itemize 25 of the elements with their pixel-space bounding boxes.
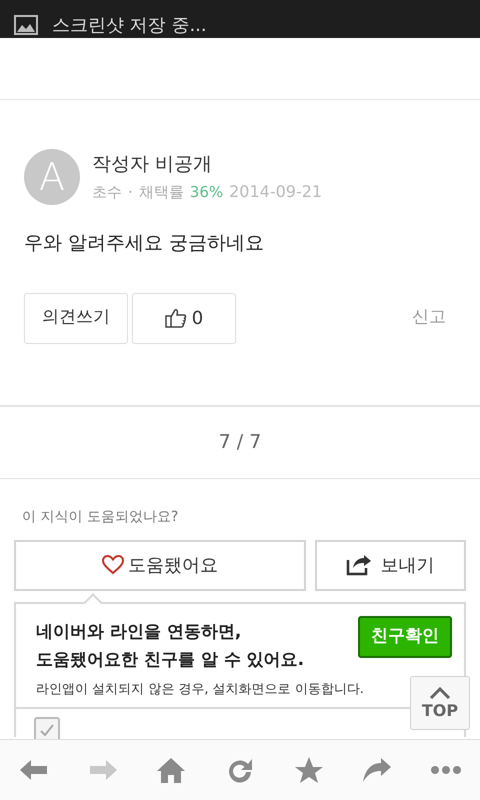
feedback-question: 이 지식이 도움되었나요? bbox=[22, 508, 180, 526]
share-button[interactable]: 보내기 bbox=[314, 540, 466, 590]
comment-button[interactable]: 의견쓰기 bbox=[24, 292, 128, 344]
rank-label: 초수 bbox=[92, 182, 122, 203]
popup-message: 네이버와 라인을 연동하면, bbox=[36, 620, 242, 644]
popup-message: 도움됐어요한 친구를 알 수 있어요. bbox=[36, 649, 304, 672]
separator-dot: · bbox=[128, 182, 133, 203]
notification-text: 스크린샷 저장 중... bbox=[52, 17, 207, 35]
caret-up-icon bbox=[429, 687, 451, 699]
heart-icon bbox=[102, 555, 124, 575]
page-indicator: 7 / 7 bbox=[218, 430, 262, 455]
like-button[interactable]: 0 bbox=[132, 292, 236, 344]
share-icon bbox=[346, 554, 372, 576]
thumbs-up-icon bbox=[164, 307, 187, 329]
more-icon bbox=[428, 765, 463, 775]
helpful-button[interactable]: 도움됐어요 bbox=[14, 540, 306, 590]
adoption-rate: 36% bbox=[190, 182, 224, 203]
top-button[interactable]: TOP bbox=[410, 676, 470, 730]
answer-text: 우와 알려주세요 궁금하네요 bbox=[23, 231, 266, 256]
popup-note: 라인앱이 설치되지 않은 경우, 설치화면으로 이동합니다. bbox=[36, 680, 364, 698]
author-name: 작성자 비공개 bbox=[92, 152, 214, 177]
image-icon bbox=[14, 15, 38, 35]
adoption-rate-label: 채택률 bbox=[138, 182, 184, 203]
answer-date: 2014-09-21 bbox=[229, 181, 322, 204]
check-icon bbox=[39, 723, 55, 737]
